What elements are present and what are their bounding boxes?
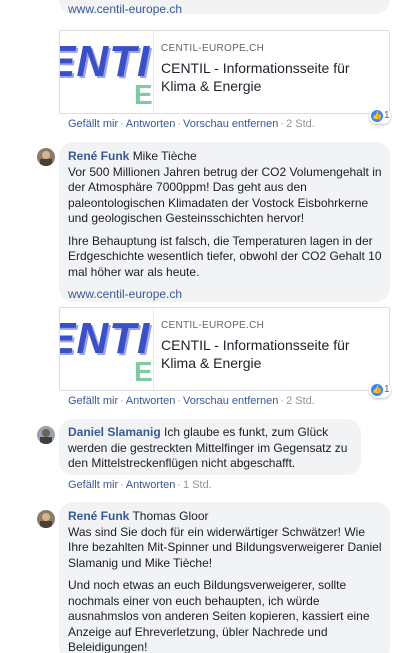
avatar[interactable] bbox=[37, 510, 55, 528]
like-button[interactable]: Gefällt mir bbox=[68, 479, 118, 491]
comment-paragraph: Ihre Behauptung ist falsch, die Temperat… bbox=[68, 233, 382, 279]
comment-author[interactable]: Daniel Slamanig bbox=[68, 425, 161, 439]
comment-author[interactable]: René Funk bbox=[68, 509, 129, 523]
comment-body: René Funk Mike Tièche Vor 500 Millionen … bbox=[68, 149, 386, 227]
comment-author[interactable]: René Funk bbox=[68, 149, 129, 163]
mention[interactable]: Thomas Gloor bbox=[132, 509, 208, 523]
comment-bubble: Daniel Slamanig Ich glaube es funkt, zum… bbox=[59, 419, 361, 475]
preview-domain: CENTIL-EUROPE.CH bbox=[161, 320, 265, 331]
comment-timestamp[interactable]: 2 Std. bbox=[286, 118, 315, 130]
comment-paragraph: Und noch etwas an euch Bildungsverweiger… bbox=[68, 578, 370, 653]
centil-logo: ENTI E bbox=[60, 308, 154, 390]
reaction-count-badge[interactable]: 👍 1 bbox=[369, 382, 391, 398]
logo-text-small: E bbox=[134, 356, 153, 387]
comment-link[interactable]: www.centil-europe.ch bbox=[68, 287, 386, 302]
reaction-count-badge[interactable]: 👍 1 bbox=[369, 108, 391, 124]
comment-bubble: René Funk Mike Tièche Vor 500 Millionen … bbox=[59, 142, 390, 302]
comment-paragraph: Was sind Sie doch für ein widerwärtiger … bbox=[68, 524, 382, 570]
comment-timestamp[interactable]: 2 Std. bbox=[286, 395, 315, 407]
remove-preview-button[interactable]: Vorschau entfernen bbox=[183, 118, 278, 130]
like-button[interactable]: Gefällt mir bbox=[68, 118, 118, 130]
logo-text-small: E bbox=[134, 79, 153, 110]
comment-actions: Gefällt mir · Antworten · 1 Std. bbox=[68, 479, 212, 491]
preview-title[interactable]: CENTIL - Informationsseite für Klima & E… bbox=[161, 59, 386, 95]
comment-bubble: René Funk Thomas Gloor Was sind Sie doch… bbox=[59, 502, 390, 653]
reply-button[interactable]: Antworten bbox=[126, 118, 176, 130]
preview-title[interactable]: CENTIL - Informationsseite für Klima & E… bbox=[161, 336, 386, 372]
mention[interactable]: Mike Tièche bbox=[133, 149, 197, 163]
comment-timestamp[interactable]: 1 Std. bbox=[183, 479, 212, 491]
avatar[interactable] bbox=[37, 148, 55, 166]
comment-actions: Gefällt mir · Antworten · Vorschau entfernen… bbox=[68, 118, 315, 130]
link-preview-card[interactable]: ENTI E CENTIL-EUROPE.CH CENTIL - Informa… bbox=[59, 307, 390, 391]
like-icon: 👍 bbox=[371, 384, 383, 396]
reaction-count: 1 bbox=[384, 384, 390, 395]
comment-paragraph: Vor 500 Millionen Jahren betrug der CO2 … bbox=[68, 164, 382, 226]
reaction-count: 1 bbox=[384, 110, 390, 121]
remove-preview-button[interactable]: Vorschau entfernen bbox=[183, 395, 278, 407]
comment-link[interactable]: www.centil-europe.ch bbox=[68, 2, 182, 16]
reply-button[interactable]: Antworten bbox=[126, 395, 176, 407]
like-button[interactable]: Gefällt mir bbox=[68, 395, 118, 407]
centil-logo: ENTI E bbox=[60, 31, 154, 113]
preview-domain: CENTIL-EUROPE.CH bbox=[161, 43, 265, 54]
comment-actions: Gefällt mir · Antworten · Vorschau entfernen… bbox=[68, 395, 315, 407]
comment-body: René Funk Thomas Gloor Was sind Sie doch… bbox=[68, 509, 386, 571]
link-preview-card[interactable]: ENTI E CENTIL-EUROPE.CH CENTIL - Informa… bbox=[59, 30, 390, 114]
reply-button[interactable]: Antworten bbox=[126, 479, 176, 491]
avatar[interactable] bbox=[37, 426, 55, 444]
comment-bubble: www.centil-europe.ch bbox=[59, 0, 390, 16]
like-icon: 👍 bbox=[371, 110, 383, 122]
